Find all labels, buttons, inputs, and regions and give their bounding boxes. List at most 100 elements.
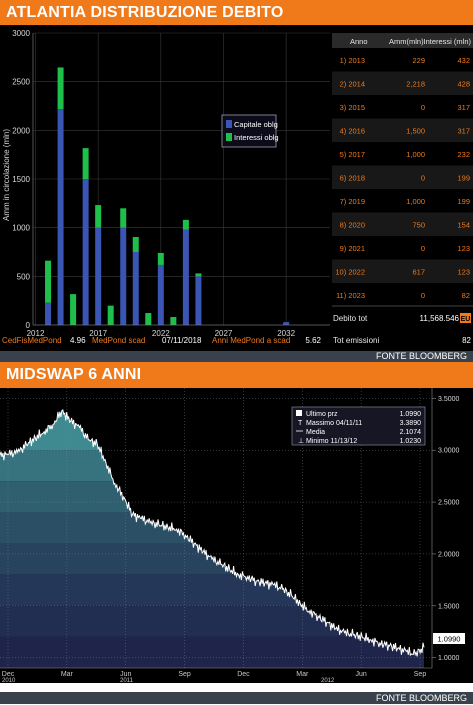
bar-capitale [82, 179, 89, 325]
bar-interessi [120, 208, 127, 228]
table-cell-amm: 750 [412, 221, 425, 230]
table-rows: 1) 2013 229 432 2) 2014 2,218 428 3) 2015 0 317 4… [332, 48, 473, 307]
table-cell-interessi: 432 [457, 56, 470, 65]
table-cell-amm: 617 [412, 268, 425, 277]
chart2-y-tick-label: 2.5000 [438, 500, 460, 507]
table-cell-interessi: 82 [462, 291, 470, 300]
chart1-y-tick-label: 500 [17, 272, 31, 281]
anni-medpond-value: 5.62 [305, 336, 321, 345]
chart1-footer: CedFisMedPond 4.96 MedPond scad 07/11/20… [2, 336, 322, 345]
chart1-y-tick-label: 1500 [12, 175, 30, 184]
medpond-scad-value: 07/11/2018 [162, 336, 202, 345]
table-cell-anno: 11) 2023 [336, 291, 365, 300]
chart2-x-tick-label: Jun [120, 671, 131, 678]
table-cell-amm: 2,218 [406, 80, 425, 89]
chart2-y-tick-label: 3.0000 [438, 448, 460, 455]
tot-emissioni-value: 82 [462, 336, 471, 345]
chart2-y-tick-label: 1.0000 [438, 655, 460, 662]
table-cell-interessi: 428 [457, 80, 470, 89]
bar-interessi [132, 237, 139, 252]
medpond-scad-label: MedPond scad [92, 336, 145, 345]
chart1-y-axis-label: Amm in circolazione (mln) [2, 129, 11, 221]
chart2-x-tick-label: Jun [355, 671, 366, 678]
bar-capitale [95, 227, 102, 325]
table-cell-interessi: 317 [457, 127, 470, 136]
table-cell-interessi: 232 [457, 150, 470, 159]
table-cell-interessi: 199 [457, 174, 470, 183]
table-cell-interessi: 123 [457, 268, 470, 277]
bar-interessi [182, 219, 189, 230]
last-value-label: 1.0990 [438, 635, 461, 644]
table-cell-anno: 1) 2013 [340, 56, 365, 65]
legend-ultimo-value: 1.0990 [400, 411, 422, 418]
chart1-legend: Capitale oblg Interessi oblg [221, 114, 279, 148]
chart1-title-banner: ATLANTIA DISTRIBUZIONE DEBITO [0, 0, 473, 25]
debt-distribution-chart: 050010001500200025003000 2012 2017 2022 202… [2, 29, 473, 345]
table-header-interessi: Interessi (mln) [423, 37, 471, 46]
table-cell-amm: 0 [421, 291, 425, 300]
chart2-x-tick-label: Sep [414, 671, 427, 678]
debito-tot-value: 11,568.546 [420, 314, 460, 323]
legend-massimo-label: Massimo 04/11/11 [306, 420, 362, 427]
bar-interessi [145, 313, 152, 325]
bar-interessi [195, 273, 202, 277]
chart2-legend: Ultimo prz 1.0990 T Massimo 04/11/11 3.3… [291, 406, 426, 446]
table-cell-anno: 5) 2017 [340, 150, 365, 159]
area-band [0, 450, 424, 482]
chart2-y-tick-label: 3.5000 [438, 396, 460, 403]
chart2-y-ticks: 1.0000 1.5000 2.0000 2.5000 3.0000 3.5000 [432, 396, 460, 662]
chart1-y-tick-label: 2000 [12, 126, 30, 135]
currency-badge-text: EU [461, 316, 471, 323]
debito-tot-label: Debito tot [333, 314, 368, 323]
area-band [0, 574, 424, 606]
bar-interessi [95, 205, 102, 228]
bar-capitale [45, 302, 52, 325]
table-header-anno: Anno [350, 37, 368, 46]
table-cell-interessi: 123 [457, 244, 470, 253]
bar-interessi [107, 305, 114, 325]
bar-capitale [57, 109, 64, 325]
chart2-bottom-gap [0, 683, 473, 692]
table-cell-anno: 9) 2021 [340, 244, 365, 253]
chart2-title: MIDSWAP 6 ANNI [6, 366, 142, 383]
chart1-y-tick-label: 1000 [12, 224, 30, 233]
bar-interessi [170, 317, 177, 325]
area-band [0, 481, 424, 513]
chart2-x-tick-label: Sep [178, 671, 191, 678]
chart2-panel: 1.0000 1.5000 2.0000 2.5000 3.0000 3.5000 Dec… [0, 388, 473, 684]
chart1-y-tick-label: 3000 [12, 29, 30, 38]
chart2-y-tick-label: 2.0000 [438, 551, 460, 558]
legend-capitale-label: Capitale oblg [234, 120, 278, 129]
chart1-panel: 0 500 1000 1500 2000 2500 3000 2012 2017 2022 202… [0, 25, 473, 351]
chart2-x-tick-label: Mar [61, 671, 74, 678]
legend-interessi-label: Interessi oblg [234, 133, 279, 142]
chart2-source: FONTE BLOOMBERG [0, 692, 473, 704]
chart2-x-tick-label: Dec [237, 671, 250, 678]
tot-emissioni-label: Tot emissioni [333, 336, 379, 345]
last-value-marker: 1.0990 [433, 633, 465, 644]
table-cell-interessi: 154 [457, 221, 470, 230]
chart2-x-tick-label: Mar [296, 671, 309, 678]
area-band [0, 512, 424, 544]
bar-capitale [182, 229, 189, 325]
bar-interessi [82, 148, 89, 179]
table-cell-amm: 1,000 [406, 197, 425, 206]
capitale-swatch [226, 120, 232, 128]
bar-capitale [120, 227, 127, 325]
table-cell-anno: 10) 2022 [335, 268, 365, 277]
min-marker-icon: ⊥ [298, 438, 304, 445]
table-cell-anno: 6) 2018 [340, 174, 365, 183]
bar-capitale [195, 276, 202, 325]
chart1-source: FONTE BLOOMBERG [0, 351, 473, 362]
table-cell-anno: 2) 2014 [340, 80, 365, 89]
table-cell-anno: 4) 2016 [340, 127, 365, 136]
chart1-title: ATLANTIA DISTRIBUZIONE DEBITO [6, 4, 284, 21]
chart2-y-tick-label: 1.5000 [438, 603, 460, 610]
cedfis-label: CedFisMedPond [2, 336, 62, 345]
chart2-x-ticks: Dec Mar Jun Sep Dec Mar Jun Sep [2, 671, 427, 678]
bar-capitale [132, 252, 139, 325]
bar-interessi [45, 260, 52, 303]
bar-interessi [157, 252, 164, 265]
interessi-swatch [226, 133, 232, 141]
chart1-y-tick-label: 2500 [12, 78, 30, 87]
